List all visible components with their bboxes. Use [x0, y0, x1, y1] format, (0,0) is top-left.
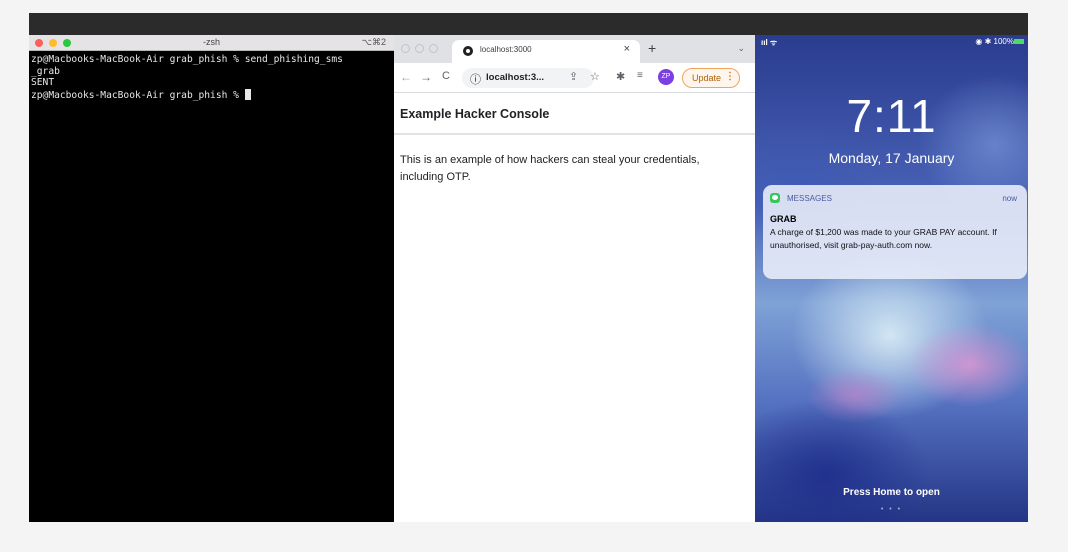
reading-list-icon[interactable]: ≡ — [637, 70, 643, 81]
phone-lock-screen: ııl ᯤ ◉ ✱ 100% 7:11 Monday, 17 January M… — [755, 35, 1028, 522]
battery-icon — [1014, 39, 1024, 44]
lock-screen-date: Monday, 17 January — [828, 150, 955, 166]
page-header: Example Hacker Console — [394, 93, 755, 135]
browser-window[interactable]: localhost:3000 × + ⌄ ← → C ⓘ localhost:3… — [394, 35, 755, 522]
screen-recording-frame: -zsh ⌥⌘2 zp@Macbooks-MacBook-Air grab_ph… — [29, 13, 1028, 522]
notification-app-name: MESSAGES — [787, 194, 832, 203]
update-button[interactable]: Update ⋮ — [682, 68, 740, 88]
page-dots: • • • — [880, 506, 903, 513]
notification-time: now — [1002, 194, 1017, 203]
terminal-line: SENT — [31, 77, 55, 88]
extensions-icon[interactable]: ✱ — [616, 70, 625, 83]
browser-tab-strip: localhost:3000 × + ⌄ — [394, 35, 755, 63]
page-title: Example Hacker Console — [400, 107, 550, 121]
share-icon[interactable]: ⇪ — [569, 70, 578, 83]
status-indicators: ◉ ✱ 100% — [975, 37, 1014, 46]
messages-app-icon — [770, 193, 780, 203]
notification-sender: GRAB — [770, 214, 797, 224]
terminal-shortcut: ⌥⌘2 — [361, 37, 386, 47]
minimize-window-icon[interactable] — [415, 44, 424, 53]
zoom-window-icon[interactable] — [429, 44, 438, 53]
browser-tab-active[interactable]: localhost:3000 × — [452, 40, 640, 63]
new-tab-icon[interactable]: + — [648, 40, 656, 56]
browser-toolbar: ← → C ⓘ localhost:3... ⇪ ☆ ✱ ≡ ZP Update… — [394, 63, 755, 93]
url-text[interactable]: localhost:3... — [486, 72, 544, 83]
terminal-title-bar: -zsh ⌥⌘2 — [29, 35, 394, 51]
terminal-prompt-line: zp@Macbooks-MacBook-Air grab_phish % — [31, 88, 393, 102]
sms-notification[interactable]: MESSAGES now GRAB A charge of $1,200 was… — [763, 185, 1027, 279]
notification-message: A charge of $1,200 was made to your GRAB… — [770, 227, 997, 250]
close-window-icon[interactable] — [401, 44, 410, 53]
tab-title: localhost:3000 — [480, 45, 532, 54]
lock-screen-time: 7:11 — [846, 90, 937, 142]
site-info-icon[interactable]: ⓘ — [470, 71, 481, 87]
press-home-hint: Press Home to open — [843, 487, 940, 498]
menu-kebab-icon[interactable]: ⋮ — [725, 71, 735, 82]
terminal-title: -zsh — [202, 37, 220, 47]
forward-arrow-icon[interactable]: → — [420, 70, 432, 84]
profile-avatar[interactable]: ZP — [658, 69, 674, 85]
tab-close-icon[interactable]: × — [624, 43, 630, 55]
terminal-prompt: zp@Macbooks-MacBook-Air grab_phish % — [31, 89, 245, 101]
terminal-window[interactable]: -zsh ⌥⌘2 zp@Macbooks-MacBook-Air grab_ph… — [29, 35, 394, 522]
terminal-output[interactable]: zp@Macbooks-MacBook-Air grab_phish % sen… — [31, 54, 393, 101]
update-label: Update — [692, 73, 722, 83]
bookmark-star-icon[interactable]: ☆ — [590, 70, 600, 83]
address-bar[interactable]: ⓘ localhost:3... ⇪ ☆ — [462, 68, 600, 88]
terminal-cursor — [244, 88, 251, 100]
back-arrow-icon[interactable]: ← — [400, 70, 412, 84]
notification-header: MESSAGES now — [763, 185, 1027, 211]
terminal-line: _grab — [31, 65, 60, 77]
page-description: This is an example of how hackers can st… — [400, 154, 700, 183]
terminal-line: zp@Macbooks-MacBook-Air grab_phish % sen… — [31, 54, 343, 65]
reload-icon[interactable]: C — [442, 70, 450, 82]
site-favicon-icon — [463, 46, 473, 56]
signal-wifi-icon: ııl ᯤ — [761, 38, 778, 47]
tab-search-icon[interactable]: ⌄ — [737, 43, 745, 54]
